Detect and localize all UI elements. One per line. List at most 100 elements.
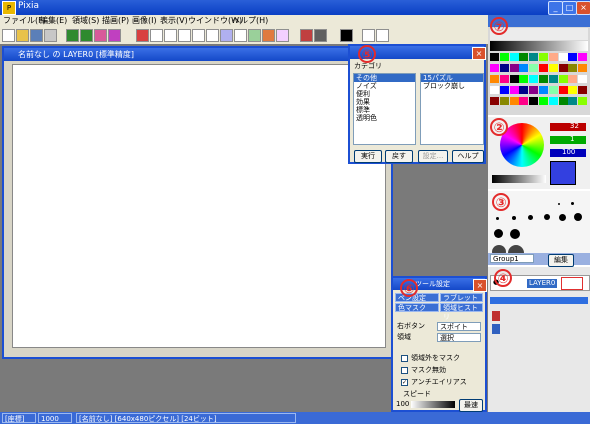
- color-swatch[interactable]: [519, 86, 529, 94]
- color-swatch[interactable]: [519, 53, 529, 61]
- color-swatch[interactable]: [529, 97, 539, 105]
- filter-list[interactable]: 15パズル ブロック崩し: [420, 73, 484, 145]
- ellipse-icon[interactable]: [178, 29, 191, 42]
- category-list[interactable]: その他 ノイズ 便利 効果 標準 透明色: [353, 73, 416, 145]
- red-bar[interactable]: [550, 123, 586, 131]
- filter-close-button[interactable]: ×: [472, 47, 486, 60]
- drawing-canvas[interactable]: [12, 64, 386, 348]
- color-swatch[interactable]: [558, 86, 568, 94]
- color-swatch[interactable]: [519, 75, 529, 83]
- speed-slider[interactable]: [411, 401, 455, 408]
- color-swatch[interactable]: [558, 97, 568, 105]
- color-swatch[interactable]: [519, 64, 529, 72]
- category-item[interactable]: その他: [354, 74, 415, 82]
- save-disk-icon[interactable]: [30, 29, 43, 42]
- antialias-checkbox[interactable]: ✓: [401, 379, 408, 386]
- color-swatch-grid[interactable]: [490, 53, 588, 111]
- color-swatch[interactable]: [548, 75, 558, 83]
- color-swatch[interactable]: [490, 53, 499, 61]
- color-swatch[interactable]: [519, 97, 529, 105]
- print-icon[interactable]: [44, 29, 57, 42]
- eraser-icon[interactable]: [136, 29, 149, 42]
- rectangle-icon[interactable]: [150, 29, 163, 42]
- line-icon[interactable]: [164, 29, 177, 42]
- tab-tablet[interactable]: ラブレット: [440, 293, 483, 302]
- pattern-icon[interactable]: [276, 29, 289, 42]
- color-swatch[interactable]: [548, 64, 558, 72]
- color-swatch[interactable]: [529, 53, 539, 61]
- pen-icon[interactable]: [300, 29, 313, 42]
- current-color-swatch[interactable]: [550, 161, 576, 185]
- color-swatch[interactable]: [568, 86, 578, 94]
- maximize-button[interactable]: □: [562, 1, 577, 15]
- color-swatch[interactable]: [539, 86, 548, 94]
- zoom-in-icon[interactable]: [362, 29, 375, 42]
- brightness-bar[interactable]: [492, 175, 546, 183]
- color-swatch[interactable]: [490, 64, 499, 72]
- area-select[interactable]: 選択: [437, 333, 481, 342]
- color-swatch[interactable]: [568, 97, 578, 105]
- close-app-button[interactable]: ×: [576, 1, 590, 15]
- color-swatch[interactable]: [558, 53, 568, 61]
- open-folder-icon[interactable]: [16, 29, 29, 42]
- mask-disable-checkbox[interactable]: [401, 367, 408, 374]
- minimize-button[interactable]: _: [548, 1, 563, 15]
- brush-edit-button[interactable]: 編集: [548, 254, 574, 267]
- gray-gradient-bar[interactable]: [490, 41, 588, 51]
- color-swatch[interactable]: [499, 53, 509, 61]
- menu-draw[interactable]: 描画(P): [102, 15, 129, 27]
- tab-pen-settings[interactable]: ペン設定: [395, 293, 439, 302]
- filter-item[interactable]: ブロック崩し: [421, 82, 483, 90]
- gradient-icon[interactable]: [248, 29, 261, 42]
- polygon-icon[interactable]: [234, 29, 247, 42]
- color-swatch[interactable]: [509, 64, 519, 72]
- color-swatch[interactable]: [548, 53, 558, 61]
- color-swatch[interactable]: [490, 97, 499, 105]
- color-swatch[interactable]: [578, 86, 588, 94]
- execute-button[interactable]: 実行: [354, 150, 382, 163]
- lasso-icon[interactable]: [192, 29, 205, 42]
- zoom-out-icon[interactable]: [376, 29, 389, 42]
- category-item[interactable]: 標準: [354, 106, 415, 114]
- color-swatch[interactable]: [529, 64, 539, 72]
- category-item[interactable]: 透明色: [354, 114, 415, 122]
- color-swatch[interactable]: [490, 75, 499, 83]
- color-swatch[interactable]: [539, 97, 548, 105]
- color-swatch[interactable]: [499, 97, 509, 105]
- menu-help[interactable]: ヘルプ(H): [232, 15, 268, 27]
- color-swatch[interactable]: [539, 53, 548, 61]
- color-swatch[interactable]: [548, 97, 558, 105]
- color-swatch[interactable]: [568, 75, 578, 83]
- smudge-icon[interactable]: [314, 29, 327, 42]
- color-swatch[interactable]: [529, 86, 539, 94]
- menu-image[interactable]: 画像(I): [132, 15, 157, 27]
- color-swatch[interactable]: [499, 64, 509, 72]
- filter-item[interactable]: 15パズル: [421, 74, 483, 82]
- color-swatch[interactable]: [499, 75, 509, 83]
- settings-button[interactable]: 設定...: [418, 150, 448, 163]
- fastest-button[interactable]: 最速: [459, 399, 483, 412]
- green-bar[interactable]: [550, 136, 586, 144]
- tab-color-mask[interactable]: 色マスク: [395, 303, 439, 312]
- category-item[interactable]: 効果: [354, 98, 415, 106]
- color-swatch[interactable]: [578, 97, 588, 105]
- layer-opacity-bar[interactable]: [490, 297, 588, 304]
- category-item[interactable]: ノイズ: [354, 82, 415, 90]
- layer-add-icon[interactable]: [492, 324, 500, 334]
- mask-outside-checkbox[interactable]: [401, 355, 408, 362]
- tab-area-history[interactable]: 領域ヒストリ: [440, 303, 483, 321]
- color-swatch-icon[interactable]: [340, 29, 353, 42]
- category-item[interactable]: 便利: [354, 90, 415, 98]
- color-swatch[interactable]: [558, 64, 568, 72]
- help-button[interactable]: ヘルプ: [452, 150, 484, 163]
- color-swatch[interactable]: [490, 86, 499, 94]
- new-file-icon[interactable]: [2, 29, 15, 42]
- color-swatch[interactable]: [499, 86, 509, 94]
- color-swatch[interactable]: [578, 53, 588, 61]
- magic-icon[interactable]: [108, 29, 121, 42]
- color-swatch[interactable]: [509, 75, 519, 83]
- color-swatch[interactable]: [539, 75, 548, 83]
- layer-delete-icon[interactable]: [492, 311, 500, 321]
- brush-group-select[interactable]: Group1: [490, 254, 534, 263]
- color-swatch[interactable]: [529, 75, 539, 83]
